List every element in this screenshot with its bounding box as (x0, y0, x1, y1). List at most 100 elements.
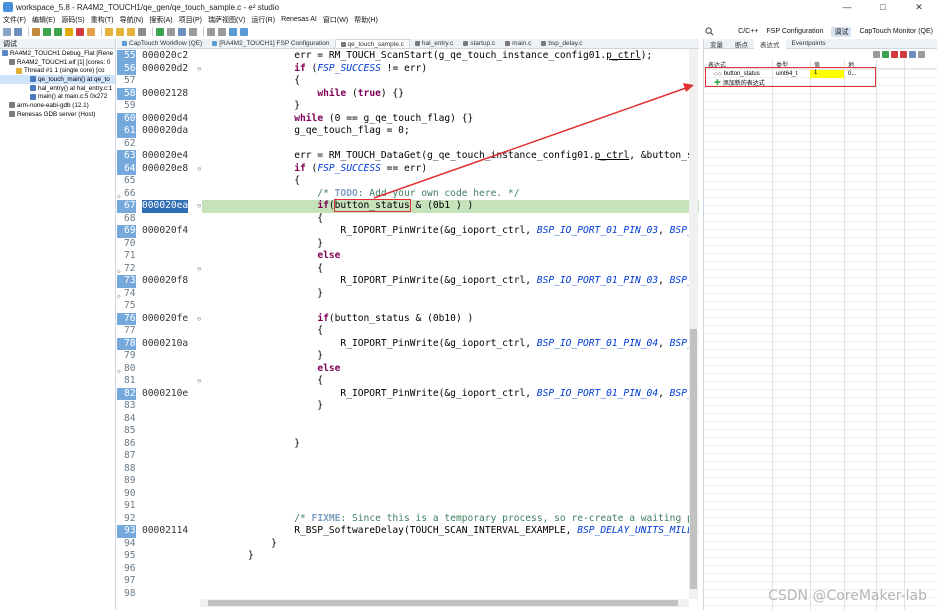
code-line[interactable]: 69 000020f4 R_IOPORT_PinWrite(&g_ioport_c… (117, 225, 699, 238)
code-line[interactable]: 68 { (117, 213, 699, 226)
code-text[interactable]: /* FIXME: Since this is a temporary proc… (248, 513, 699, 526)
menu-search[interactable]: 搜索(A) (149, 15, 172, 25)
qe-icon[interactable] (229, 27, 237, 36)
add-expression-icon[interactable] (882, 51, 889, 58)
editor-vertical-scrollbar[interactable] (689, 49, 698, 599)
debug-icon[interactable] (43, 27, 51, 36)
open-type-icon[interactable] (189, 27, 197, 36)
build-icon[interactable] (32, 27, 40, 36)
code-text[interactable]: { (248, 325, 323, 338)
code-text[interactable]: R_IOPORT_PinWrite(&g_ioport_ctrl, BSP_IO… (248, 275, 699, 288)
code-line[interactable]: 59 } (117, 100, 699, 113)
code-text[interactable]: } (248, 538, 277, 551)
code-line[interactable]: 80 ◇ else (117, 363, 699, 376)
fold-toggle-icon[interactable]: ⊖ (197, 375, 201, 388)
editor-vertical-thumb[interactable] (690, 329, 697, 589)
debug-tree-frame-hal-entry[interactable]: hal_entry() at hal_entry.c:1 (0, 84, 115, 93)
code-line[interactable]: 88 (117, 463, 699, 476)
code-text[interactable]: while (0 == g_qe_touch_flag) {} (248, 113, 473, 126)
menu-file[interactable]: 文件(F) (3, 15, 26, 25)
menu-window[interactable]: 窗口(W) (323, 15, 348, 25)
debug-tree-gdb-server[interactable]: Renesas GDB server (Host) (0, 110, 115, 119)
resume-icon[interactable] (54, 27, 62, 36)
code-text[interactable]: { (248, 175, 300, 188)
code-line[interactable]: 75 (117, 300, 699, 313)
code-text[interactable]: } (248, 438, 300, 451)
code-line[interactable]: 85 (117, 425, 699, 438)
code-line[interactable]: 93 00002114 R_BSP_SoftwareDelay(TOUCH_SCA… (117, 525, 699, 538)
code-line[interactable]: 77 { (117, 325, 699, 338)
debug-tree-thread[interactable]: Thread #1 1 (single core) [co (0, 66, 115, 75)
code-text[interactable]: { (248, 75, 300, 88)
fold-toggle-icon[interactable]: ⊖ (197, 313, 201, 326)
code-line[interactable]: 66 ◇ /* TODO: Add your own code here. */ (117, 188, 699, 201)
code-line[interactable]: 92 /* FIXME: Since this is a temporary p… (117, 513, 699, 526)
code-text[interactable]: R_IOPORT_PinWrite(&g_ioport_ctrl, BSP_IO… (248, 338, 699, 351)
menu-help[interactable]: 帮助(H) (354, 15, 378, 25)
code-text[interactable]: } (248, 288, 323, 301)
tab-bsp-delay[interactable]: bsp_delay.c (536, 39, 587, 48)
code-line[interactable]: 91 (117, 500, 699, 513)
tab-captouch-workflow[interactable]: CapTouch Workflow (QE) (117, 39, 207, 48)
step-return-icon[interactable] (127, 27, 135, 36)
tab-startup[interactable]: startup.c (458, 39, 500, 48)
code-text[interactable]: { (248, 213, 323, 226)
minimize-button[interactable]: — (829, 0, 865, 14)
code-line[interactable]: 71 else (117, 250, 699, 263)
disconnect-icon[interactable] (87, 27, 95, 36)
menu-renesas-ai[interactable]: Renesas AI (281, 16, 317, 23)
code-line[interactable]: 83 } (117, 400, 699, 413)
code-text[interactable]: } (248, 100, 300, 113)
step-over-icon[interactable] (116, 27, 124, 36)
code-line[interactable]: 72 ◇ ⊖ { (117, 263, 699, 276)
code-line[interactable]: 74 ◇ } (117, 288, 699, 301)
code-text[interactable]: g_qe_touch_flag = 0; (248, 125, 410, 138)
code-line[interactable]: 55 000020c2 err = RM_TOUCH_ScanStart(g_qe… (117, 50, 699, 63)
tab-debug[interactable]: 调试 (0, 39, 20, 49)
save-icon[interactable] (14, 27, 22, 36)
back-icon[interactable] (207, 27, 215, 36)
refresh-icon[interactable] (909, 51, 916, 58)
fold-toggle-icon[interactable]: ⊖ (197, 163, 201, 176)
reset-icon[interactable] (138, 27, 146, 36)
code-line[interactable]: 57 { (117, 75, 699, 88)
tab-expressions[interactable]: 表达式 (754, 38, 786, 49)
debug-tree-gdb[interactable]: arm-none-eabi-gdb (12.1) (0, 101, 115, 110)
code-text[interactable]: if(button_status & (0b1 ) ) (248, 199, 473, 213)
code-line[interactable]: 81 ⊖ { (117, 375, 699, 388)
search-toolbar-icon[interactable] (178, 27, 186, 36)
maximize-button[interactable]: □ (865, 0, 901, 14)
tab-hal-entry[interactable]: hal_entry.c (410, 39, 458, 48)
code-text[interactable]: R_IOPORT_PinWrite(&g_ioport_ctrl, BSP_IO… (248, 225, 699, 238)
forward-icon[interactable] (218, 27, 226, 36)
debug-tree-frame-main[interactable]: main() at main.c:5 0x272 (0, 92, 115, 101)
code-text[interactable]: { (248, 263, 323, 276)
code-line[interactable]: 65 { (117, 175, 699, 188)
editor-horizontal-scrollbar[interactable] (200, 599, 689, 607)
suspend-icon[interactable] (65, 27, 73, 36)
code-text[interactable]: else (248, 363, 340, 376)
code-line[interactable]: 76 000020fe ⊖ if(button_status & (0b10) ) (117, 312, 699, 326)
code-line[interactable]: 62 (117, 138, 699, 151)
menu-run[interactable]: 运行(R) (251, 15, 275, 25)
code-line[interactable]: 96 (117, 563, 699, 576)
code-line[interactable]: 89 (117, 475, 699, 488)
menu-navigate[interactable]: 导航(N) (120, 15, 144, 25)
external-tools-icon[interactable] (167, 27, 175, 36)
search-icon[interactable] (705, 27, 714, 36)
code-line[interactable]: 87 (117, 450, 699, 463)
code-editor[interactable]: 55 000020c2 err = RM_TOUCH_ScanStart(g_qe… (117, 49, 699, 610)
perspective-fsp[interactable]: FSP Configuration (766, 28, 823, 35)
step-into-icon[interactable] (105, 27, 113, 36)
view-menu-icon[interactable] (918, 51, 925, 58)
menu-edit[interactable]: 编辑(E) (32, 15, 55, 25)
fold-toggle-icon[interactable]: ⊖ (197, 200, 201, 213)
code-line[interactable]: 90 (117, 488, 699, 501)
code-text[interactable]: err = RM_TOUCH_DataGet(g_qe_touch_instan… (248, 150, 699, 163)
code-line[interactable]: 97 (117, 575, 699, 588)
code-text[interactable]: /* TODO: Add your own code here. */ (248, 188, 519, 201)
code-line[interactable]: 58 00002128 while (true) {} (117, 87, 699, 100)
remove-all-icon[interactable] (900, 51, 907, 58)
perspective-debug[interactable]: 调试 (831, 26, 852, 37)
fsp-icon[interactable] (240, 27, 248, 36)
